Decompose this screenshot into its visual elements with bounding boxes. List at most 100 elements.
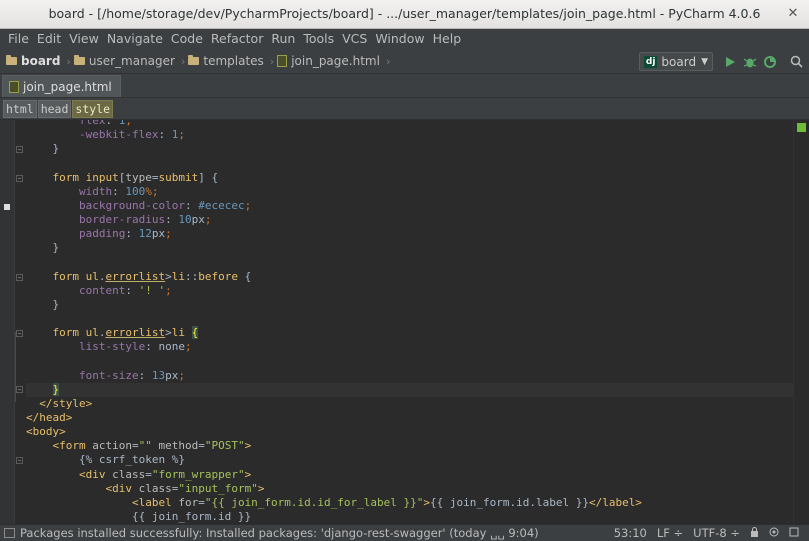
code-token: width <box>78 184 113 198</box>
code-token: . <box>98 269 106 283</box>
code-line: } <box>26 241 793 255</box>
chevron-right-icon: › <box>269 54 275 68</box>
tag-crumb-html[interactable]: html <box>3 99 37 118</box>
menu-file[interactable]: File <box>4 29 33 49</box>
inspector-icon[interactable] <box>769 526 779 540</box>
run-button[interactable] <box>721 53 739 71</box>
fold-marker[interactable] <box>16 146 23 153</box>
code-token: "{{ join_form.id.id_for_label }}" <box>204 495 424 509</box>
code-token: content <box>78 283 126 297</box>
run-configuration-dropdown[interactable]: dj board ▼ <box>638 52 713 71</box>
code-token: ] { <box>198 170 219 184</box>
code-token: % <box>145 184 152 198</box>
tag-breadcrumb: html head style <box>0 98 809 120</box>
code-editor[interactable]: flex: 1; -webkit-flex: 1; } form input[t… <box>0 120 809 524</box>
menu-run[interactable]: Run <box>267 29 299 49</box>
event-log-icon[interactable] <box>789 526 799 540</box>
code-token: {% csrf_token %} <box>26 453 185 467</box>
code-token: ul <box>85 269 99 283</box>
tab-join-page-html[interactable]: join_page.html <box>2 75 121 97</box>
menu-navigate[interactable]: Navigate <box>103 29 167 49</box>
code-token: 10 <box>178 212 192 226</box>
menu-vcs[interactable]: VCS <box>338 29 371 49</box>
code-token: > <box>244 467 252 481</box>
menu-edit[interactable]: Edit <box>33 29 65 49</box>
tag-crumb-style[interactable]: style <box>72 99 114 118</box>
code-token: px <box>151 227 166 241</box>
code-token: > <box>423 495 430 509</box>
code-token: : <box>165 212 179 226</box>
status-message[interactable]: Packages installed successfully: Install… <box>20 526 614 540</box>
code-line: font-size: 13px; <box>26 369 793 383</box>
tool-windows-icon[interactable] <box>4 528 15 538</box>
debug-button[interactable] <box>741 53 759 71</box>
nav-crumb-user-manager[interactable]: user_manager <box>73 54 175 68</box>
code-token: method <box>158 439 199 453</box>
code-token: "form_wrapper" <box>151 467 245 481</box>
fold-marker[interactable] <box>16 386 23 393</box>
code-token: ; <box>178 128 185 142</box>
code-token: border-radius <box>78 212 166 226</box>
code-token: {{ join_form.id.label }} <box>430 495 589 509</box>
fold-marker[interactable] <box>16 330 23 337</box>
lock-icon[interactable] <box>750 526 759 540</box>
debug-icon <box>743 57 757 67</box>
code-line: padding: 12px; <box>26 227 793 241</box>
code-token: : <box>145 340 159 354</box>
window-close-button[interactable]: ✕ <box>785 6 801 22</box>
code-token: form <box>52 269 86 283</box>
menu-window[interactable]: Window <box>371 29 428 49</box>
editor-scrollbar[interactable] <box>793 120 809 524</box>
fold-marker[interactable] <box>16 175 23 182</box>
nav-crumb-project[interactable]: board <box>6 54 60 68</box>
editor-tab-bar: join_page.html <box>0 74 809 98</box>
code-token: form <box>52 326 86 340</box>
code-line: background-color: #ececec; <box>26 199 793 213</box>
code-token: = <box>145 467 152 481</box>
menu-help[interactable]: Help <box>429 29 466 49</box>
fold-marker[interactable] <box>16 274 23 281</box>
chevron-right-icon: › <box>180 54 186 68</box>
code-token: : <box>125 283 139 297</box>
menu-view[interactable]: View <box>65 29 103 49</box>
code-line: </head> <box>26 411 793 425</box>
html-file-icon <box>277 55 288 67</box>
line-separator[interactable]: LF ÷ <box>657 526 683 540</box>
code-line: <label for="{{ join_form.id.id_for_label… <box>26 496 793 510</box>
fold-marker[interactable] <box>16 457 23 464</box>
menu-tools[interactable]: Tools <box>299 29 338 49</box>
code-token: </style> <box>39 396 93 410</box>
search-button[interactable] <box>787 53 805 71</box>
nav-crumb-templates[interactable]: templates <box>188 54 264 68</box>
code-token: li <box>171 269 185 283</box>
caret-position[interactable]: 53:10 <box>614 526 647 540</box>
file-encoding[interactable]: UTF-8 ÷ <box>693 526 740 540</box>
inspection-ok-indicator[interactable] <box>797 123 806 132</box>
menu-code[interactable]: Code <box>167 29 207 49</box>
tag-crumb-head[interactable]: head <box>37 99 72 118</box>
html-file-icon <box>9 80 19 93</box>
code-line: {% csrf_token %} <box>26 453 793 467</box>
code-token: </head> <box>26 410 73 424</box>
code-token: ; <box>125 120 132 127</box>
code-token: 13 <box>151 368 166 382</box>
menu-refactor[interactable]: Refactor <box>207 29 267 49</box>
chevron-right-icon: › <box>385 54 391 68</box>
code-token: : <box>138 368 152 382</box>
nav-crumb-file[interactable]: join_page.html <box>277 54 380 68</box>
code-token: <div <box>78 467 113 481</box>
code-token: ; <box>165 227 172 241</box>
coverage-button[interactable] <box>761 53 779 71</box>
code-token: "input_form" <box>178 481 258 495</box>
code-token: px <box>165 368 179 382</box>
code-token: -webkit-flex <box>78 128 159 142</box>
